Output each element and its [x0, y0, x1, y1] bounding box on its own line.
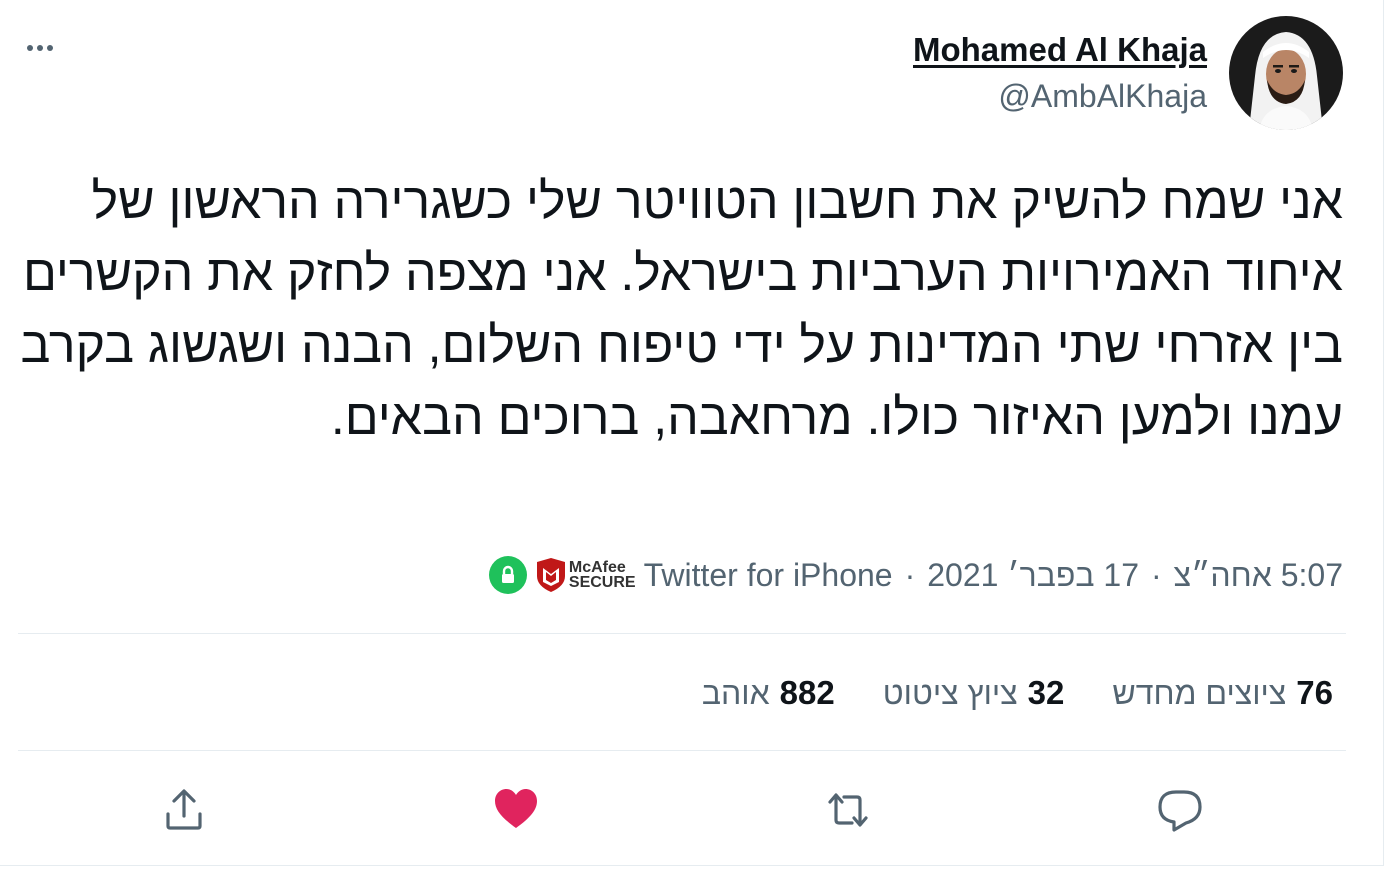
reply-button[interactable] — [1150, 780, 1210, 840]
heart-icon — [495, 789, 537, 828]
lock-icon — [501, 565, 514, 583]
secure-label: SECURE — [568, 574, 636, 591]
source-link[interactable]: Twitter for iPhone — [644, 557, 893, 594]
tweet-stats: 76 ציוצים מחדש 32 ציוץ ציטוט 882 אוהב — [654, 668, 1333, 718]
meta-separator-2: · — [1151, 556, 1162, 593]
retweets-label: ציוצים מחדש — [1112, 674, 1287, 711]
avatar[interactable] — [1229, 16, 1343, 130]
author-name[interactable]: Mohamed Al Khaja — [913, 26, 1207, 74]
more-options-button[interactable] — [16, 26, 64, 70]
tweet-time[interactable]: 5:07 אחה״צ — [1174, 557, 1343, 594]
profile-photo-icon — [1229, 16, 1343, 130]
reply-icon — [1158, 790, 1202, 832]
share-button[interactable] — [154, 780, 214, 840]
quotes-count: 32 — [1027, 674, 1065, 711]
retweet-icon — [828, 793, 868, 827]
retweets-count: 76 — [1296, 674, 1333, 711]
mcafee-label: McAfee — [568, 559, 626, 576]
tweet-actions — [0, 770, 1364, 850]
tweet-date[interactable]: 17 בפבר׳ 2021 — [927, 557, 1139, 594]
mcafee-shield-icon — [536, 558, 565, 592]
quotes-label: ציוץ ציטוט — [882, 674, 1018, 711]
likes-count: 882 — [779, 674, 835, 711]
author-handle[interactable]: @AmbAlKhaja — [913, 74, 1207, 118]
quotes-stat[interactable]: 32 ציוץ ציטוט — [883, 674, 1065, 712]
likes-stat[interactable]: 882 אוהב — [702, 674, 835, 712]
likes-label: אוהב — [701, 674, 770, 711]
divider-top — [18, 633, 1346, 634]
tweet-text: אני שמח להשיק את חשבון הטוויטר שלי כשגרי… — [20, 173, 1343, 445]
like-button[interactable] — [486, 780, 546, 840]
retweet-button[interactable] — [818, 780, 878, 840]
share-icon — [166, 789, 202, 830]
mcafee-secure-badge: McAfee SECURE — [535, 558, 636, 592]
meta-separator: · — [904, 556, 916, 593]
tweet-card: Mohamed Al Khaja @AmbAlKhaja אני שמח להש… — [0, 0, 1384, 866]
author-block: Mohamed Al Khaja @AmbAlKhaja — [913, 26, 1207, 118]
divider-bottom — [18, 750, 1346, 751]
more-icon — [27, 45, 53, 51]
retweets-stat[interactable]: 76 ציוצים מחדש — [1112, 674, 1333, 712]
lock-badge — [488, 556, 527, 594]
tweet-meta: McAfee SECURE Twitter for iPhone · 17 בפ… — [488, 552, 1343, 598]
